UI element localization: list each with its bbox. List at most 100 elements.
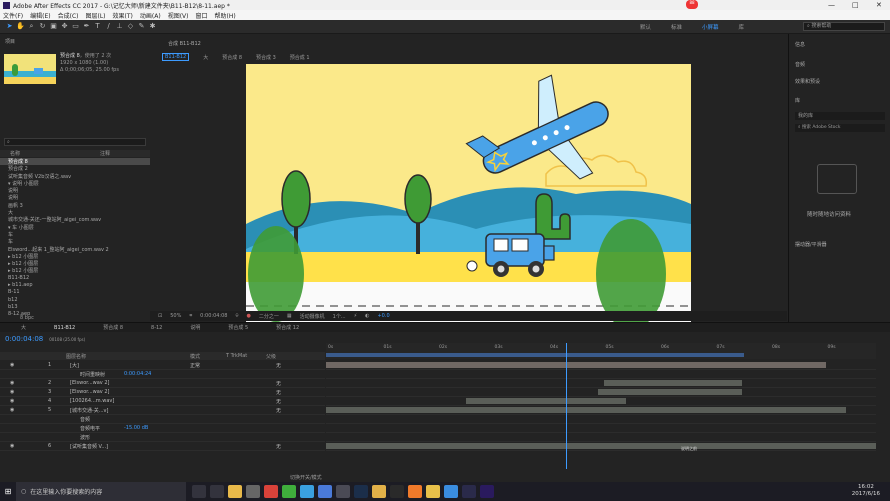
workspace-item[interactable]: 标准 [671, 23, 682, 31]
timeline-tab[interactable]: 预合成 12 [271, 324, 304, 331]
eraser-tool-icon[interactable]: ◇ [126, 22, 135, 31]
resolution-select[interactable]: 二分之一 [259, 313, 279, 320]
selection-tool-icon[interactable]: ➤ [5, 22, 14, 31]
layer-duration-bar[interactable] [604, 380, 742, 386]
layer-row[interactable]: 5 [城市交通-关...v] 无 ◉ [0, 406, 325, 415]
views-select[interactable]: 1个... [333, 313, 346, 320]
media-encoder-icon[interactable] [462, 485, 476, 498]
taskbar-search[interactable]: ○ 在这里输入你要搜索的内容 [16, 482, 186, 501]
breadcrumb-item[interactable]: 预合成 1 [290, 54, 310, 61]
menu-item[interactable]: 文件(F) [3, 11, 23, 20]
timeline-tab[interactable]: 预合成 5 [223, 324, 253, 331]
visibility-eye-icon[interactable]: ◉ [10, 443, 14, 449]
layer-name[interactable]: [试听集音频 V...] [70, 443, 108, 450]
layer-mode[interactable]: 正常 [190, 362, 200, 369]
task-view-icon[interactable] [210, 485, 224, 498]
project-item[interactable]: ▸ b12 小图层 [0, 260, 150, 267]
layer-name[interactable]: 音频电平 [80, 425, 100, 432]
layer-parent[interactable]: 无 [276, 380, 281, 387]
file-explorer-icon[interactable] [228, 485, 242, 498]
close-icon[interactable]: ✕ [876, 1, 882, 9]
layer-name[interactable]: 音频 [80, 416, 90, 423]
breadcrumb-item[interactable]: B11-B12 [162, 53, 190, 61]
layer-parent[interactable]: 无 [276, 398, 281, 405]
project-tab[interactable]: 项目 [0, 37, 150, 45]
project-item[interactable]: 画帆 3 [0, 202, 150, 209]
playhead[interactable] [566, 343, 567, 469]
library-select[interactable]: 我的库 [795, 112, 885, 120]
layer-row[interactable]: 音频电平 -15.00 dB [0, 424, 325, 433]
visibility-eye-icon[interactable]: ◉ [10, 407, 14, 413]
microphone-icon[interactable] [192, 485, 206, 498]
property-value[interactable]: 0:00:04:24 [124, 371, 151, 377]
timeline-tab[interactable]: 预合成 8 [98, 324, 128, 331]
zoom-select[interactable]: 50% [170, 313, 181, 319]
camera-tool-icon[interactable]: ▣ [49, 22, 58, 31]
timeline-tab[interactable]: B11-B12 [49, 325, 80, 331]
exposure-icon[interactable]: ◐ [365, 313, 369, 319]
game-icon[interactable] [408, 485, 422, 498]
visibility-eye-icon[interactable]: ◉ [10, 389, 14, 395]
effects-panel-tab[interactable]: 效果和预设 [795, 78, 820, 86]
chrome-icon[interactable] [426, 485, 440, 498]
project-item[interactable]: b13 [0, 304, 150, 311]
layer-row[interactable]: 音频 [0, 415, 325, 424]
col-mode[interactable]: 模式 [190, 353, 200, 360]
col-trkmat[interactable]: T TrkMat [226, 353, 247, 359]
minimize-icon[interactable]: — [828, 1, 835, 9]
layer-parent[interactable]: 无 [276, 407, 281, 414]
project-item[interactable]: ▾ 说明 小图层 [0, 180, 150, 187]
smoother-panel-tab[interactable]: 摆动器/平滑器 [795, 241, 827, 249]
magnifier-icon[interactable]: ⊡ [158, 313, 162, 319]
visibility-eye-icon[interactable]: ◉ [10, 362, 14, 368]
layer-name[interactable]: [100264...m.wav] [70, 398, 114, 404]
project-item[interactable]: ▸ b12 小图层 [0, 267, 150, 274]
project-item[interactable]: 说明 [0, 187, 150, 194]
project-item[interactable]: 预合成 2 [0, 165, 150, 172]
menu-item[interactable]: 合成(C) [58, 11, 79, 20]
timeline-tab[interactable]: 大 [16, 324, 31, 331]
breadcrumb-item[interactable]: 预合成 3 [256, 54, 276, 61]
work-area-bar[interactable] [326, 353, 744, 357]
breadcrumb-item[interactable]: 预合成 8 [222, 54, 242, 61]
col-parent[interactable]: 父级 [266, 353, 276, 360]
camera-select[interactable]: 活动摄像机 [300, 313, 325, 320]
project-item[interactable]: b12 [0, 297, 150, 304]
text-tool-icon[interactable]: T [93, 22, 102, 31]
pen-tool-icon[interactable]: ✒ [82, 22, 91, 31]
library-search[interactable]: ⌕ 搜索 Adobe Stock [795, 124, 885, 132]
bpc-label[interactable]: 8 bpc [20, 315, 34, 321]
settings-icon[interactable] [246, 485, 260, 498]
project-item[interactable]: 车 [0, 238, 150, 245]
timeline-timecode[interactable]: 0:00:04:08 [5, 335, 43, 343]
layer-name[interactable]: [大] [70, 362, 79, 369]
comp-timecode[interactable]: 0:00:04:08 [200, 313, 227, 319]
visibility-eye-icon[interactable]: ◉ [10, 398, 14, 404]
col-note[interactable]: 注释 [100, 150, 110, 157]
brush-tool-icon[interactable]: / [104, 22, 113, 31]
project-item[interactable]: 试听集音频 V2b汉语之.wav [0, 173, 150, 180]
col-name[interactable]: 名称 [0, 150, 100, 157]
layer-row[interactable]: 2 [Elswor...wav 2] 无 ◉ [0, 379, 325, 388]
roi-icon[interactable]: ▦ [287, 313, 292, 319]
project-item[interactable]: 城市交通-关还-一整站阿_aigei_com.wav [0, 216, 150, 223]
menu-item[interactable]: 图层(L) [86, 11, 106, 20]
workspace-item[interactable]: 默认 [640, 23, 651, 31]
snapshot-icon[interactable]: ⌾ [235, 313, 238, 319]
info-panel-tab[interactable]: 信息 [795, 41, 805, 49]
wechat-icon[interactable] [282, 485, 296, 498]
layer-name[interactable]: [城市交通-关...v] [70, 407, 108, 414]
comp-canvas[interactable] [246, 64, 691, 340]
project-item[interactable]: 车 [0, 231, 150, 238]
layer-duration-bar[interactable] [326, 443, 876, 449]
layer-row[interactable]: 波形 [0, 433, 325, 442]
puppet-tool-icon[interactable]: ✱ [148, 22, 157, 31]
layer-parent[interactable]: 无 [276, 362, 281, 369]
fast-preview-icon[interactable]: ⚡ [354, 313, 358, 319]
explorer-icon[interactable] [372, 485, 386, 498]
windows-start-icon[interactable]: ⊞ [0, 487, 16, 496]
color-icon[interactable]: ● [247, 313, 251, 319]
project-item[interactable]: ▸ b12 小图层 [0, 253, 150, 260]
layer-duration-bar[interactable] [326, 362, 826, 368]
comp-tab[interactable]: 合成 B11-B12 [150, 39, 787, 47]
